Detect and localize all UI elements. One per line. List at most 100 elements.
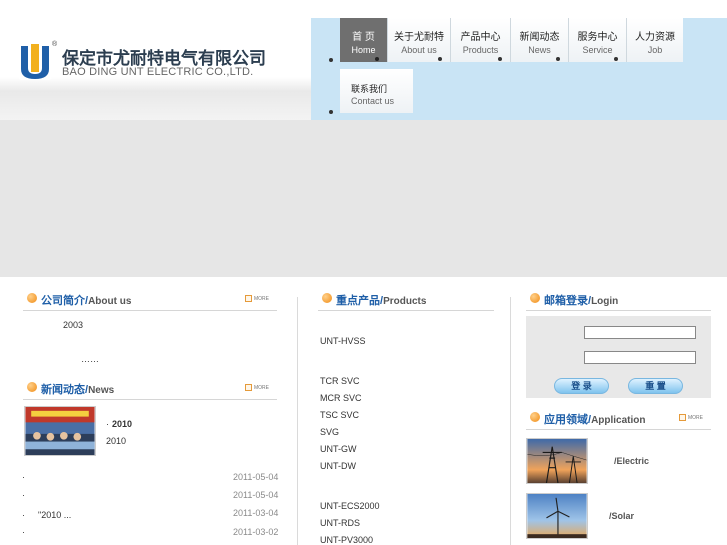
more-label: MORE — [254, 384, 269, 391]
nav-job-en: Job — [647, 45, 663, 55]
product-link[interactable]: UNT-RDS — [320, 518, 360, 528]
login-form: 登 录 重 置 — [526, 316, 711, 398]
news-title-cn: 新闻动态 — [41, 384, 85, 396]
news-item-bullet: · — [22, 510, 25, 520]
email-password-input[interactable] — [584, 351, 696, 364]
news-featured-bullet: · — [106, 419, 109, 429]
about-year: 2003 — [63, 320, 84, 330]
news-item-bullet: · — [22, 490, 25, 500]
company-name-en: BAO DING UNT ELECTRIC CO.,LTD. — [62, 66, 254, 78]
section-bullet-icon — [322, 293, 332, 303]
about-more-link[interactable]: MORE — [245, 295, 269, 303]
about-section-header: 公司简介/About us MORE — [23, 283, 277, 311]
news-section-header: 新闻动态/News MORE — [23, 372, 277, 400]
nav-about-cn: 关于尤耐特 — [394, 32, 444, 43]
application-title-en: Application — [591, 415, 646, 426]
nav-service-en: Service — [582, 45, 613, 55]
company-logo-icon[interactable] — [18, 42, 52, 80]
nav-dot — [498, 57, 502, 61]
nav-about[interactable]: 关于尤耐特 About us — [388, 18, 451, 62]
nav-news-en: News — [528, 45, 551, 55]
product-link[interactable]: UNT-GW — [320, 444, 357, 454]
login-title-en: Login — [591, 296, 619, 307]
nav-dot — [438, 57, 442, 61]
nav-contact[interactable]: 联系我们 Contact us — [340, 69, 413, 113]
more-label: MORE — [254, 295, 269, 302]
section-bullet-icon — [530, 412, 540, 422]
login-section-header: 邮箱登录/Login — [526, 283, 711, 311]
nav-products[interactable]: 产品中心 Products — [451, 18, 511, 62]
section-bullet-icon — [530, 293, 540, 303]
more-icon — [245, 384, 252, 391]
reset-button[interactable]: 重 置 — [628, 378, 683, 394]
column-divider — [510, 297, 511, 545]
product-link[interactable]: MCR SVC — [320, 393, 362, 403]
application-electric-image[interactable] — [526, 438, 588, 484]
news-featured-sub: 2010 — [106, 436, 127, 446]
product-link[interactable]: TSC SVC — [320, 410, 359, 420]
nav-contact-cn: 联系我们 — [351, 84, 388, 94]
nav-contact-en: Contact us — [351, 96, 395, 106]
banner — [0, 120, 727, 277]
news-title: 新闻动态/News — [41, 381, 114, 397]
product-link[interactable]: UNT-DW — [320, 461, 356, 471]
nav-job-cn: 人力资源 — [635, 32, 675, 43]
news-item-text[interactable]: "2010 ... — [38, 510, 71, 520]
application-section-header: 应用领域/Application MORE — [526, 402, 711, 430]
login-title-cn: 邮箱登录 — [544, 295, 588, 307]
product-link[interactable]: UNT-PV3000 — [320, 535, 373, 545]
nav-home[interactable]: 首 页 Home — [340, 18, 388, 62]
application-more-link[interactable]: MORE — [679, 414, 703, 422]
product-link[interactable]: UNT-HVSS — [320, 336, 366, 346]
nav-products-en: Products — [462, 45, 499, 55]
nav-about-en: About us — [401, 45, 437, 55]
nav-service-cn: 服务中心 — [577, 32, 618, 43]
products-title-cn: 重点产品 — [336, 295, 380, 307]
products-title-en: Products — [383, 296, 427, 307]
nav-home-cn: 首 页 — [352, 32, 375, 43]
news-item-date: 2011-03-02 — [233, 527, 279, 537]
news-item-date: 2011-03-04 — [233, 508, 279, 518]
registered-mark: ® — [52, 41, 58, 48]
section-bullet-icon — [27, 382, 37, 392]
products-section-header: 重点产品/Products — [318, 283, 494, 311]
nav-home-en: Home — [351, 45, 376, 55]
about-title-en: About us — [88, 296, 132, 307]
nav-dot — [375, 57, 379, 61]
nav-news-cn: 新闻动态 — [519, 32, 560, 43]
about-title-cn: 公司简介 — [41, 295, 85, 307]
nav-news[interactable]: 新闻动态 News — [511, 18, 569, 62]
column-divider — [297, 297, 298, 545]
nav-bullet — [329, 58, 333, 62]
about-title: 公司简介/About us — [41, 292, 131, 308]
nav-job[interactable]: 人力资源 Job — [627, 18, 683, 62]
product-link[interactable]: SVG — [320, 427, 339, 437]
product-link[interactable]: UNT-ECS2000 — [320, 501, 380, 511]
news-title-en: News — [88, 385, 115, 396]
product-link[interactable]: TCR SVC — [320, 376, 360, 386]
news-item-date: 2011-05-04 — [233, 490, 279, 500]
more-label: MORE — [688, 414, 703, 421]
news-more-link[interactable]: MORE — [245, 384, 269, 392]
news-item-date: 2011-05-04 — [233, 472, 279, 482]
login-button[interactable]: 登 录 — [554, 378, 609, 394]
news-featured-title[interactable]: 2010 — [112, 419, 132, 429]
more-icon — [245, 295, 252, 302]
application-solar-image[interactable] — [526, 493, 588, 539]
application-electric-label[interactable]: /Electric — [614, 456, 649, 466]
main-navigation: 首 页 Home 关于尤耐特 About us 产品中心 Products 新闻… — [311, 18, 727, 120]
application-title-cn: 应用领域 — [544, 414, 588, 426]
application-solar-label[interactable]: /Solar — [609, 511, 634, 521]
nav-dot — [556, 57, 560, 61]
section-bullet-icon — [27, 293, 37, 303]
news-item-bullet: · — [22, 472, 25, 482]
login-title: 邮箱登录/Login — [544, 292, 618, 308]
email-username-input[interactable] — [584, 326, 696, 339]
news-featured-image[interactable] — [24, 406, 96, 456]
more-icon — [679, 414, 686, 421]
about-ellipsis[interactable]: …… — [81, 354, 99, 364]
nav-dot — [614, 57, 618, 61]
news-item-bullet: · — [22, 527, 25, 537]
nav-service[interactable]: 服务中心 Service — [569, 18, 627, 62]
site-header: ® 保定市尤耐特电气有限公司 BAO DING UNT ELECTRIC CO.… — [0, 0, 727, 120]
